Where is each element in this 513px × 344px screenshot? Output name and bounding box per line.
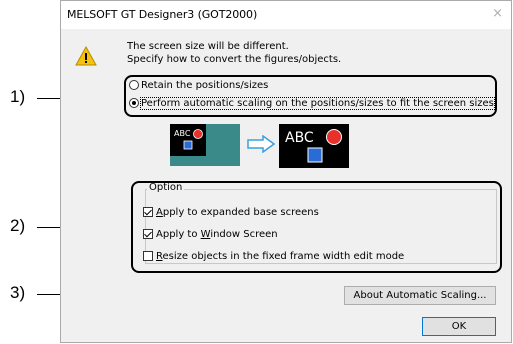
arrow-icon: [247, 135, 275, 153]
scaling-dialog: MELSOFT GT Designer3 (GOT2000) × The scr…: [60, 0, 512, 343]
preview-after: ABC: [279, 124, 349, 168]
message-text: The screen size will be different. Speci…: [127, 40, 341, 66]
preview-before-text: ABC: [174, 129, 191, 138]
close-icon[interactable]: ×: [492, 6, 503, 21]
about-automatic-scaling-button[interactable]: About Automatic Scaling...: [344, 286, 496, 305]
preview-after-text: ABC: [285, 130, 314, 146]
ok-button[interactable]: OK: [422, 317, 496, 336]
annotation-1: 1): [10, 87, 26, 106]
preview-before: ABC: [170, 124, 240, 166]
callout-frame-1: [124, 75, 497, 117]
annotation-2: 2): [10, 216, 26, 235]
annotation-3: 3): [10, 283, 26, 302]
warning-icon: [75, 46, 97, 66]
window-title: MELSOFT GT Designer3 (GOT2000): [67, 8, 258, 21]
title-bar: MELSOFT GT Designer3 (GOT2000) ×: [61, 1, 511, 29]
message-line-1: The screen size will be different.: [127, 41, 289, 52]
callout-frame-2: [131, 181, 502, 273]
message-line-2: Specify how to convert the figures/objec…: [127, 54, 342, 65]
